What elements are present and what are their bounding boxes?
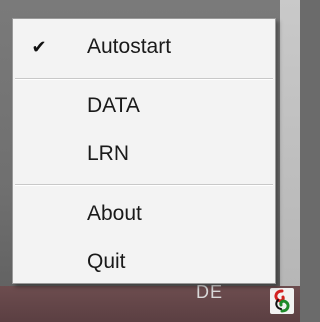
menu-item-label: Quit xyxy=(87,250,126,273)
menu-item-label: About xyxy=(87,202,142,225)
menu-item-data[interactable]: DATA xyxy=(13,84,275,128)
menu-item-label: Autostart xyxy=(87,35,172,58)
tray-context-menu: ✔ Autostart DATA LRN About Quit xyxy=(12,18,276,284)
menu-separator xyxy=(15,184,273,186)
menu-item-label: DATA xyxy=(87,94,140,117)
menu-separator xyxy=(15,78,273,80)
app-tray-icon[interactable] xyxy=(270,288,294,314)
tray-swirl-icon xyxy=(270,288,294,314)
menu-item-about[interactable]: About xyxy=(13,192,275,236)
taskbar-partial-text: DE xyxy=(196,282,224,302)
background-window-edge xyxy=(280,0,300,290)
checkmark-icon: ✔ xyxy=(31,36,47,57)
menu-item-autostart[interactable]: ✔ Autostart xyxy=(13,25,275,69)
menu-item-lrn[interactable]: LRN xyxy=(13,132,275,176)
menu-item-label: LRN xyxy=(87,142,130,165)
taskbar xyxy=(0,286,300,322)
menu-item-quit[interactable]: Quit xyxy=(13,240,275,284)
